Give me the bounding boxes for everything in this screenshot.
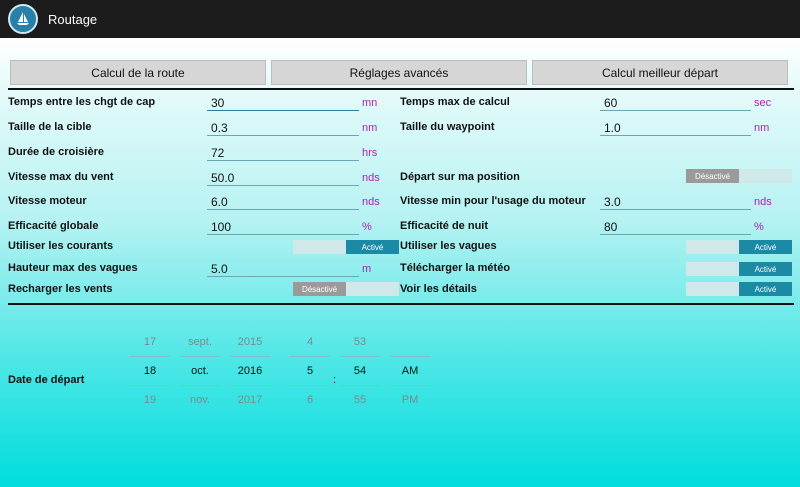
ampm-picker[interactable]: AM PM (390, 328, 430, 414)
hour-picker[interactable]: 4 5 6 (290, 328, 330, 414)
month-next[interactable]: nov. (180, 386, 220, 414)
use-waves-label: Utiliser les vagues (400, 240, 497, 252)
minute-next[interactable]: 55 (340, 386, 380, 414)
minute-current[interactable]: 54 (340, 356, 380, 386)
hour-next[interactable]: 6 (290, 386, 330, 414)
day-current[interactable]: 18 (130, 356, 170, 386)
cruise-duration-label: Durée de croisière (8, 146, 104, 158)
max-wave-height-label: Hauteur max des vagues (8, 262, 138, 274)
month-picker[interactable]: sept. oct. nov. (180, 328, 220, 414)
target-size-unit: nm (362, 122, 378, 134)
heading-interval-input[interactable]: 30 (207, 95, 359, 111)
night-efficiency-label: Efficacité de nuit (400, 220, 489, 232)
ampm-next[interactable]: PM (390, 386, 430, 414)
use-currents-label: Utiliser les courants (8, 240, 114, 252)
global-efficiency-label: Efficacité globale (8, 220, 99, 232)
max-wind-speed-label: Vitesse max du vent (8, 171, 114, 183)
year-next[interactable]: 2017 (230, 386, 270, 414)
month-prev[interactable]: sept. (180, 328, 220, 356)
calculate-route-button[interactable]: Calcul de la route (10, 60, 266, 85)
night-efficiency-unit: % (754, 221, 764, 233)
toggle-state-text: Activé (346, 240, 399, 254)
toggle-state-text: Désactivé (686, 169, 739, 183)
heading-interval-label: Temps entre les chgt de cap (8, 96, 156, 108)
motor-speed-input[interactable]: 6.0 (207, 194, 359, 210)
advanced-settings-button[interactable]: Réglages avancés (271, 60, 527, 85)
cruise-duration-unit: hrs (362, 147, 378, 159)
year-prev[interactable]: 2015 (230, 328, 270, 356)
motor-speed-label: Vitesse moteur (8, 195, 87, 207)
use-currents-toggle[interactable]: Activé (293, 240, 399, 254)
cruise-duration-input[interactable]: 72 (207, 145, 359, 161)
depart-from-position-toggle[interactable]: Désactivé (686, 169, 792, 183)
ampm-prev[interactable] (390, 328, 430, 356)
target-size-input[interactable]: 0.3 (207, 120, 359, 136)
heading-interval-unit: mn (362, 97, 378, 109)
app-title: Routage (48, 11, 98, 27)
day-next[interactable]: 19 (130, 386, 170, 414)
hour-current[interactable]: 5 (290, 356, 330, 386)
max-wind-speed-unit: nds (362, 172, 380, 184)
reload-winds-label: Recharger les vents (8, 283, 113, 295)
departure-date-label: Date de départ (8, 374, 85, 386)
target-size-label: Taille de la cible (8, 121, 92, 133)
download-weather-label: Télécharger la météo (400, 262, 511, 274)
middle-divider (8, 303, 794, 305)
global-efficiency-unit: % (362, 221, 372, 233)
day-picker[interactable]: 17 18 19 (130, 328, 170, 414)
min-motor-speed-input[interactable]: 3.0 (600, 194, 751, 210)
waypoint-size-unit: nm (754, 122, 770, 134)
minute-prev[interactable]: 53 (340, 328, 380, 356)
max-compute-time-input[interactable]: 60 (600, 95, 751, 111)
month-current[interactable]: oct. (180, 356, 220, 386)
year-current[interactable]: 2016 (230, 356, 270, 386)
toggle-state-text: Désactivé (293, 282, 346, 296)
toggle-state-text: Activé (739, 262, 792, 276)
year-picker[interactable]: 2015 2016 2017 (230, 328, 270, 414)
show-details-label: Voir les détails (400, 283, 477, 295)
min-motor-speed-unit: nds (754, 196, 772, 208)
max-compute-time-unit: sec (754, 97, 772, 109)
title-bar: Routage (0, 0, 800, 38)
use-waves-toggle[interactable]: Activé (686, 240, 792, 254)
day-prev[interactable]: 17 (130, 328, 170, 356)
motor-speed-unit: nds (362, 196, 380, 208)
min-motor-speed-label: Vitesse min pour l'usage du moteur (400, 195, 586, 207)
minute-picker[interactable]: 53 54 55 (340, 328, 380, 414)
max-wave-height-input[interactable]: 5.0 (207, 261, 359, 277)
toggle-state-text: Activé (739, 282, 792, 296)
download-weather-toggle[interactable]: Activé (686, 262, 792, 276)
global-efficiency-input[interactable]: 100 (207, 219, 359, 235)
hour-prev[interactable]: 4 (290, 328, 330, 356)
show-details-toggle[interactable]: Activé (686, 282, 792, 296)
sailboat-icon[interactable] (8, 4, 38, 34)
reload-winds-toggle[interactable]: Désactivé (293, 282, 399, 296)
waypoint-size-label: Taille du waypoint (400, 121, 495, 133)
max-wave-height-unit: m (362, 263, 372, 275)
max-wind-speed-input[interactable]: 50.0 (207, 170, 359, 186)
night-efficiency-input[interactable]: 80 (600, 219, 751, 235)
max-compute-time-label: Temps max de calcul (400, 96, 510, 108)
time-separator: : (333, 374, 337, 386)
depart-from-position-label: Départ sur ma position (400, 171, 520, 183)
waypoint-size-input[interactable]: 1.0 (600, 120, 751, 136)
ampm-current[interactable]: AM (390, 356, 430, 386)
best-departure-button[interactable]: Calcul meilleur départ (532, 60, 788, 85)
top-divider (8, 88, 794, 90)
toggle-state-text: Activé (739, 240, 792, 254)
